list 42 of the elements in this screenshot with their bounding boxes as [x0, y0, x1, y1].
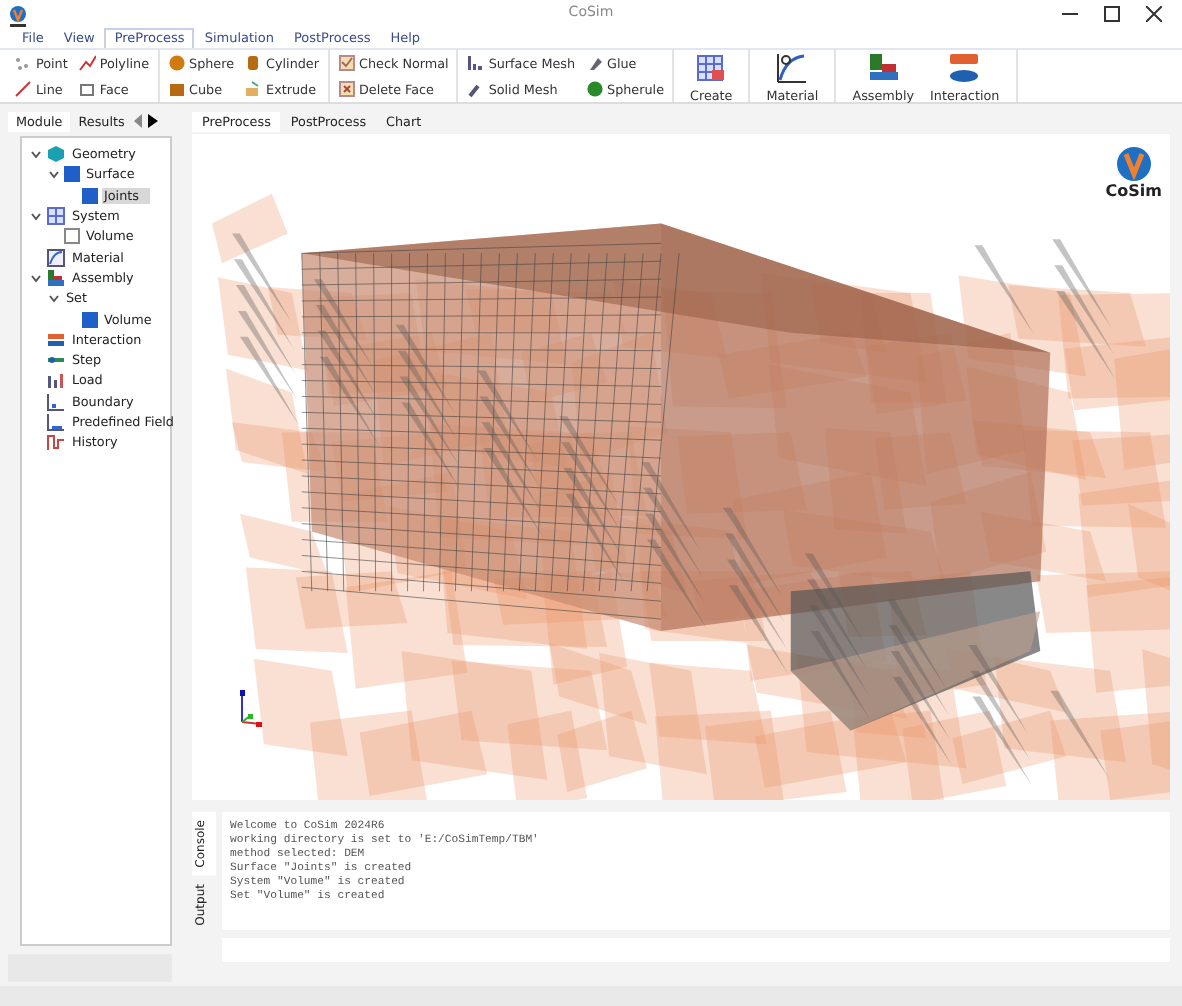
- dotted-point-icon: [14, 54, 32, 72]
- cylinder-icon: [244, 54, 263, 72]
- layers-icon: [46, 329, 66, 350]
- stacked-blocks-icon: [46, 267, 66, 288]
- logo-text: CoSim: [1105, 182, 1162, 200]
- grid-cube-icon: [46, 206, 66, 227]
- square-icon: [77, 80, 96, 98]
- material-icon: [46, 247, 66, 268]
- ball-icon: [585, 80, 604, 98]
- field-icon: [46, 412, 66, 432]
- chevron-down-icon[interactable]: [48, 168, 60, 181]
- polyline-icon: [77, 54, 96, 72]
- checkbox[interactable]: [82, 311, 98, 328]
- curve-chart-icon: [774, 49, 811, 85]
- boundary-icon: [46, 391, 66, 412]
- axis-triad-icon: [236, 688, 264, 728]
- maximize-icon[interactable]: [1104, 6, 1120, 22]
- sphere-icon: [167, 54, 186, 72]
- checkbox[interactable]: [64, 166, 80, 183]
- globe-logo-icon: [1115, 146, 1152, 182]
- stacked-blocks-icon: [865, 49, 902, 85]
- checkbox[interactable]: [82, 187, 98, 204]
- grid-cube-icon: [693, 49, 730, 85]
- cube-icon: [46, 144, 66, 165]
- bar-graph-icon: [466, 54, 485, 72]
- delete-face-icon: [337, 80, 355, 98]
- cube-icon: [167, 80, 186, 98]
- chevron-down-icon[interactable]: [30, 148, 42, 161]
- chevron-down-icon[interactable]: [48, 292, 60, 305]
- chevron-down-icon[interactable]: [30, 271, 42, 284]
- line-icon: [14, 80, 32, 98]
- app-logo-icon: [8, 5, 28, 27]
- chevron-down-icon[interactable]: [30, 210, 42, 223]
- bar-graph-icon: [46, 370, 66, 391]
- layers-icon: [946, 49, 983, 85]
- checkbox[interactable]: [64, 228, 80, 245]
- extrude-icon: [244, 80, 263, 98]
- checklist-icon: [337, 54, 355, 72]
- left-arrow-icon: [134, 114, 145, 128]
- right-arrow-icon[interactable]: [148, 114, 159, 128]
- history-icon: [46, 432, 66, 453]
- close-icon[interactable]: [1146, 6, 1162, 22]
